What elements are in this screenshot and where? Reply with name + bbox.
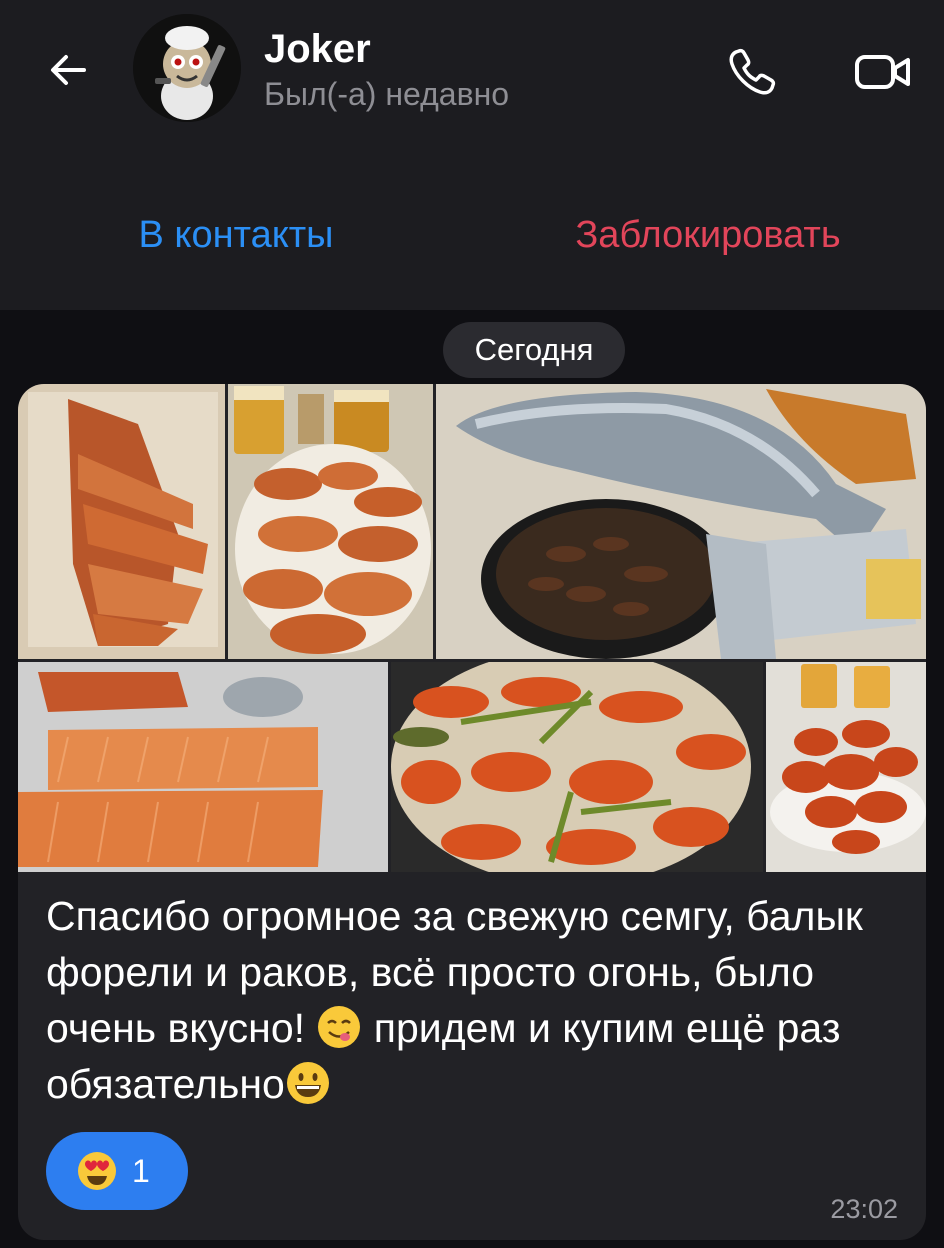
message-text: Спасибо огромное за свежую семгу, балык … [46,888,906,1112]
video-call-button[interactable] [852,42,916,102]
heart-eyes-emoji [78,1152,116,1190]
message-bubble[interactable]: Спасибо огромное за свежую семгу, балык … [18,384,926,1240]
avatar[interactable] [133,14,241,122]
block-user-button[interactable]: Заблокировать [472,200,944,270]
reaction-badge[interactable]: 1 [46,1132,188,1210]
phone-icon [729,48,776,95]
video-camera-icon [855,55,910,89]
reaction-count: 1 [132,1152,150,1189]
photo-album [18,384,926,872]
yum-face-emoji [318,1006,361,1048]
add-to-contacts-button[interactable]: В контакты [0,200,472,270]
photo-salmon-crayfish-pot[interactable] [436,384,926,659]
photo-sliced-fish[interactable] [18,384,225,659]
title-block[interactable]: Joker Был(-а) недавно [264,26,509,114]
message-timestamp: 23:02 [830,1194,898,1224]
call-button[interactable] [722,42,782,102]
back-arrow-icon [51,55,86,85]
photo-crayfish-plate[interactable] [766,662,926,872]
chat-title: Joker [264,27,371,71]
chat-status: Был(-а) недавно [264,76,510,112]
photo-boiling-crayfish[interactable] [391,662,763,872]
photo-salmon-fillets[interactable] [18,662,388,872]
back-button[interactable] [38,40,98,100]
grinning-face-emoji [286,1062,329,1104]
chat-header: Joker Был(-а) недавно В контакты Заблоки… [0,0,944,310]
action-row: В контакты Заблокировать [0,200,944,270]
date-separator: Сегодня [443,322,625,378]
photo-fish-slices-beer[interactable] [228,384,433,659]
